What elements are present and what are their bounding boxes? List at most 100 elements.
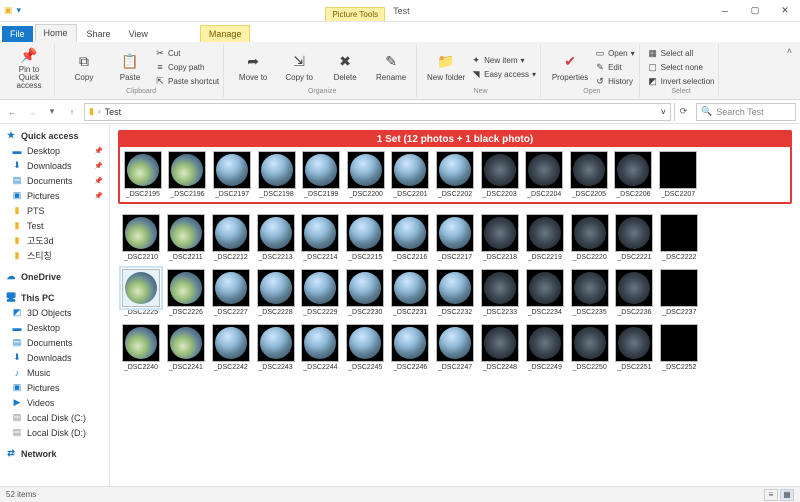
open-button[interactable]: ▭Open▾ [595, 47, 635, 60]
file-thumb[interactable]: _DSC2246 [389, 324, 431, 371]
sidebar-pictures2[interactable]: ▣Pictures [0, 380, 109, 395]
file-thumb[interactable]: _DSC2235 [569, 269, 611, 316]
file-thumb[interactable]: _DSC2199 [300, 151, 342, 198]
view-large-button[interactable]: ▦ [780, 489, 794, 501]
file-thumb[interactable]: _DSC2225 [120, 269, 162, 316]
file-thumb[interactable]: _DSC2211 [165, 214, 207, 261]
refresh-button[interactable]: ⟳ [674, 103, 692, 121]
paste-shortcut-button[interactable]: ⇱Paste shortcut [155, 75, 219, 88]
select-none-button[interactable]: ▢Select none [648, 61, 715, 74]
sidebar-local-c[interactable]: ▤Local Disk (C:) [0, 410, 109, 425]
file-thumb[interactable]: _DSC2202 [434, 151, 476, 198]
sidebar-desktop[interactable]: ▬Desktop📌 [0, 143, 109, 158]
sidebar-3d-objects[interactable]: ◩3D Objects [0, 305, 109, 320]
sidebar-downloads2[interactable]: ⬇Downloads [0, 350, 109, 365]
properties-button[interactable]: ✔Properties [549, 53, 591, 82]
file-thumb[interactable]: _DSC2251 [614, 324, 656, 371]
file-thumb[interactable]: _DSC2243 [255, 324, 297, 371]
file-thumb[interactable]: _DSC2215 [344, 214, 386, 261]
file-thumb[interactable]: _DSC2219 [524, 214, 566, 261]
file-thumb[interactable]: _DSC2230 [344, 269, 386, 316]
file-thumb[interactable]: _DSC2226 [165, 269, 207, 316]
sidebar-pictures[interactable]: ▣Pictures📌 [0, 188, 109, 203]
view-details-button[interactable]: ≡ [764, 489, 778, 501]
nav-back-button[interactable]: ← [4, 104, 20, 120]
invert-selection-button[interactable]: ◩Invert selection [648, 75, 715, 88]
sidebar-videos[interactable]: ▶Videos [0, 395, 109, 410]
cut-button[interactable]: ✂Cut [155, 47, 219, 60]
file-thumb[interactable]: _DSC2245 [344, 324, 386, 371]
sidebar-pts[interactable]: ▮PTS [0, 203, 109, 218]
file-thumb[interactable]: _DSC2227 [210, 269, 252, 316]
file-thumb[interactable]: _DSC2207 [657, 151, 699, 198]
breadcrumb-dropdown-icon[interactable]: ˅ [661, 107, 666, 117]
sidebar-thispc[interactable]: 🖥This PC [0, 290, 109, 305]
file-thumb[interactable]: _DSC2214 [299, 214, 341, 261]
sidebar-music[interactable]: ♪Music [0, 365, 109, 380]
file-thumb[interactable]: _DSC2205 [568, 151, 610, 198]
paste-button[interactable]: 📋 Paste [109, 53, 151, 82]
qat-save-icon[interactable]: ▾ [17, 5, 22, 16]
file-thumb[interactable]: _DSC2231 [389, 269, 431, 316]
file-thumb[interactable]: _DSC2213 [255, 214, 297, 261]
file-thumb[interactable]: _DSC2204 [523, 151, 565, 198]
nav-recent-button[interactable]: ▾ [44, 104, 60, 120]
file-thumb[interactable]: _DSC2222 [658, 214, 700, 261]
tab-file[interactable]: File [2, 26, 33, 42]
delete-button[interactable]: ✖Delete [324, 53, 366, 82]
file-thumb[interactable]: _DSC2233 [479, 269, 521, 316]
file-thumb[interactable]: _DSC2210 [120, 214, 162, 261]
file-thumb[interactable]: _DSC2240 [120, 324, 162, 371]
collapse-ribbon-button[interactable]: ˄ [783, 44, 796, 58]
file-thumb[interactable]: _DSC2237 [658, 269, 700, 316]
file-thumb[interactable]: _DSC2198 [256, 151, 298, 198]
sidebar-downloads[interactable]: ⬇Downloads📌 [0, 158, 109, 173]
nav-up-button[interactable]: ↑ [64, 104, 80, 120]
sidebar-documents2[interactable]: ▤Documents [0, 335, 109, 350]
sidebar-desktop2[interactable]: ▬Desktop [0, 320, 109, 335]
file-thumb[interactable]: _DSC2195 [122, 151, 164, 198]
file-thumb[interactable]: _DSC2244 [299, 324, 341, 371]
file-thumb[interactable]: _DSC2241 [165, 324, 207, 371]
tab-share[interactable]: Share [79, 26, 119, 42]
file-thumb[interactable]: _DSC2234 [524, 269, 566, 316]
file-thumb[interactable]: _DSC2232 [434, 269, 476, 316]
maximize-button[interactable]: ▢ [740, 0, 770, 21]
sidebar-k2[interactable]: ▮스티칭 [0, 248, 109, 263]
sidebar-test[interactable]: ▮Test [0, 218, 109, 233]
file-thumb[interactable]: _DSC2221 [614, 214, 656, 261]
select-all-button[interactable]: ▦Select all [648, 47, 715, 60]
tab-home[interactable]: Home [35, 24, 77, 42]
file-thumb[interactable]: _DSC2228 [255, 269, 297, 316]
search-input[interactable]: 🔍 Search Test [696, 103, 796, 121]
file-thumb[interactable]: _DSC2236 [614, 269, 656, 316]
sidebar-k1[interactable]: ▮고도3d [0, 233, 109, 248]
file-thumb[interactable]: _DSC2212 [210, 214, 252, 261]
file-area[interactable]: 1 Set (12 photos + 1 black photo) _DSC21… [110, 124, 800, 486]
edit-button[interactable]: ✎Edit [595, 61, 635, 74]
sidebar-documents[interactable]: ▤Documents📌 [0, 173, 109, 188]
file-thumb[interactable]: _DSC2203 [479, 151, 521, 198]
file-thumb[interactable]: _DSC2200 [345, 151, 387, 198]
copy-to-button[interactable]: ⇲Copy to [278, 53, 320, 82]
minimize-button[interactable]: ─ [710, 0, 740, 21]
breadcrumb[interactable]: ▮ › Test ˅ [84, 103, 671, 121]
file-thumb[interactable]: _DSC2218 [479, 214, 521, 261]
tab-view[interactable]: View [121, 26, 156, 42]
file-thumb[interactable]: _DSC2229 [299, 269, 341, 316]
breadcrumb-seg[interactable]: Test [105, 107, 122, 117]
sidebar-quick-access[interactable]: ★Quick access [0, 128, 109, 143]
file-thumb[interactable]: _DSC2197 [211, 151, 253, 198]
file-thumb[interactable]: _DSC2220 [569, 214, 611, 261]
file-thumb[interactable]: _DSC2216 [389, 214, 431, 261]
copy-button[interactable]: ⧉ Copy [63, 53, 105, 82]
history-button[interactable]: ↺History [595, 75, 635, 88]
nav-sidebar[interactable]: ★Quick access ▬Desktop📌 ⬇Downloads📌 ▤Doc… [0, 124, 110, 486]
file-thumb[interactable]: _DSC2206 [613, 151, 655, 198]
nav-forward-button[interactable]: → [24, 104, 40, 120]
file-thumb[interactable]: _DSC2252 [658, 324, 700, 371]
tab-manage[interactable]: Manage [200, 25, 251, 42]
file-thumb[interactable]: _DSC2250 [569, 324, 611, 371]
copy-path-button[interactable]: ≡Copy path [155, 61, 219, 74]
close-button[interactable]: ✕ [770, 0, 800, 21]
